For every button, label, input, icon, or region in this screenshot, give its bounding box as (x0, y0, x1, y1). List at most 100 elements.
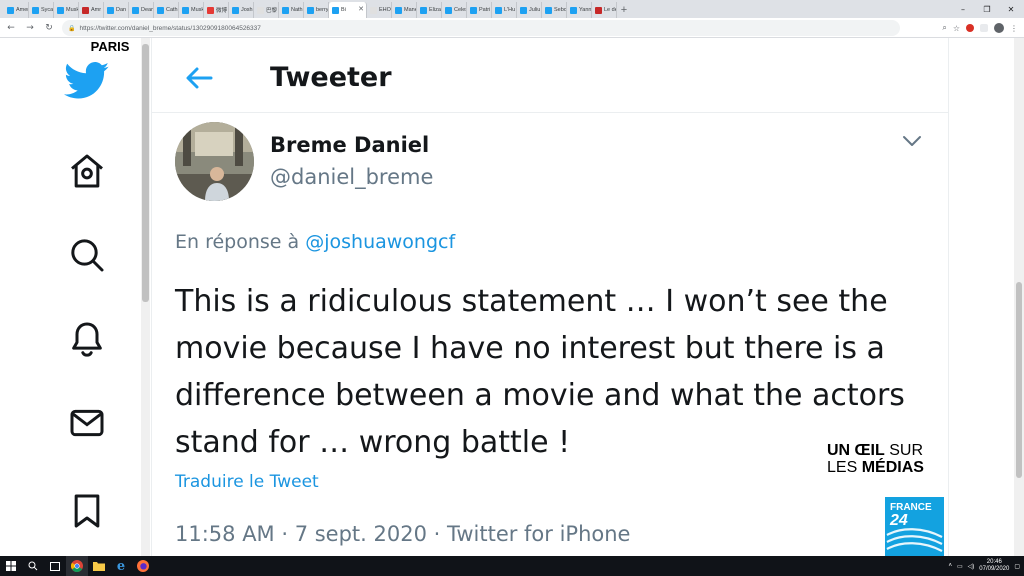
chrome-icon[interactable] (66, 556, 88, 576)
browser-tab[interactable]: Celes (442, 2, 467, 18)
browser-tab[interactable]: Dan (104, 2, 129, 18)
tab-label: Josh (241, 7, 253, 13)
search-icon[interactable] (22, 556, 44, 576)
browser-tab[interactable]: Amer (4, 2, 29, 18)
browser-tab[interactable]: berry (304, 2, 329, 18)
chevron-up-icon[interactable]: ˄ (948, 563, 952, 569)
browser-tab[interactable]: L'Hu (492, 2, 517, 18)
tweet-timestamp[interactable]: 11:58 AM · 7 sept. 2020 · Twitter for iP… (175, 522, 630, 546)
browser-tab[interactable]: Musk (54, 2, 79, 18)
browser-tab[interactable]: Nath (279, 2, 304, 18)
browser-tab[interactable]: Josh (229, 2, 254, 18)
bell-icon[interactable] (60, 312, 114, 366)
close-tab-icon[interactable]: ✕ (358, 5, 364, 13)
tab-favicon-icon (545, 6, 552, 14)
mail-icon[interactable] (60, 396, 114, 450)
browser-tab[interactable]: EHOr (367, 2, 392, 18)
browser-tab[interactable]: 巴黎 (254, 2, 279, 18)
tab-label: Patri (479, 7, 491, 13)
forward-arrow-icon[interactable]: → (22, 20, 38, 36)
browser-tab[interactable]: Yann (567, 2, 592, 18)
header-divider (152, 112, 948, 113)
tab-label: Yann (579, 7, 592, 13)
tab-favicon-icon (570, 6, 577, 14)
tab-favicon-icon (257, 6, 264, 14)
segment-logo-line2: LES MÉDIAS (827, 459, 944, 476)
tab-favicon-icon (495, 6, 502, 14)
tab-favicon-icon (370, 6, 377, 14)
reply-mention-link[interactable]: @joshuawongcf (305, 231, 455, 253)
author-handle[interactable]: @daniel_breme (270, 165, 433, 189)
tab-favicon-icon (32, 6, 39, 14)
browser-tab[interactable]: Sebo (542, 2, 567, 18)
browser-tab[interactable]: Cath (154, 2, 179, 18)
browser-tab[interactable]: Musk (179, 2, 204, 18)
scrollbar-thumb[interactable] (1016, 282, 1022, 478)
browser-tab[interactable]: Amr (79, 2, 104, 18)
twitter-bird-icon[interactable] (60, 54, 114, 108)
tab-label: Musk (66, 7, 79, 13)
close-window-button[interactable]: ✕ (998, 0, 1024, 18)
edge-icon[interactable]: e (110, 556, 132, 576)
maximize-button[interactable]: ❐ (974, 0, 1000, 18)
scrollbar-thumb[interactable] (142, 44, 149, 302)
tab-favicon-icon (445, 6, 452, 14)
tab-label: Dean (141, 7, 154, 13)
tab-favicon-icon (107, 6, 114, 14)
translate-tweet-link[interactable]: Traduire le Tweet (175, 472, 319, 492)
bookmark-icon[interactable] (60, 484, 114, 538)
file-explorer-icon[interactable] (88, 556, 110, 576)
tab-label: 微博 (216, 8, 228, 14)
edge-icon-glyph: e (116, 558, 126, 574)
sidebar-scrollbar[interactable] (141, 38, 150, 556)
back-arrow-icon[interactable] (184, 66, 214, 94)
task-view-icon[interactable] (44, 556, 66, 576)
tab-favicon-icon (57, 6, 64, 14)
page-scrollbar[interactable] (1014, 38, 1024, 556)
author-name[interactable]: Breme Daniel (270, 133, 429, 157)
avatar[interactable] (175, 122, 254, 201)
browser-tab[interactable]: Dean (129, 2, 154, 18)
back-arrow-icon[interactable]: ← (3, 20, 19, 36)
browser-tab[interactable]: 微博 (204, 2, 229, 18)
tab-favicon-icon (595, 6, 602, 14)
chevron-down-icon[interactable] (902, 132, 922, 151)
firefox-icon[interactable] (132, 556, 154, 576)
windows-start-icon[interactable] (0, 556, 22, 576)
minimize-button[interactable]: – (950, 0, 976, 18)
profile-avatar-icon[interactable] (994, 23, 1004, 33)
reload-icon[interactable]: ↻ (41, 20, 57, 36)
segment-logo-bold: UN ŒIL (827, 442, 885, 459)
tab-label: Le de (604, 7, 617, 13)
extension-icon[interactable] (980, 24, 988, 32)
address-bar[interactable]: 🔒 https://twitter.com/daniel_breme/statu… (62, 20, 900, 36)
tab-favicon-icon (182, 6, 189, 14)
tab-favicon-icon (470, 6, 477, 14)
new-tab-button[interactable]: + (617, 2, 631, 18)
browser-tab[interactable]: Juliu (517, 2, 542, 18)
volume-icon[interactable]: ◁) (968, 563, 975, 570)
network-icon[interactable]: ▭ (957, 563, 963, 570)
browser-tab[interactable]: Sycar (29, 2, 54, 18)
column-divider (948, 38, 949, 556)
extension-icon[interactable] (966, 24, 974, 32)
bookmark-star-icon[interactable]: ☆ (953, 24, 960, 33)
search-icon[interactable] (60, 228, 114, 282)
browser-tab[interactable]: Bi ✕ (329, 2, 367, 18)
segment-logo-line1: UN ŒIL SUR (827, 442, 944, 459)
browser-extension-icons: ⌕ ☆ ⋮ (942, 20, 1018, 36)
taskbar-clock[interactable]: 20:46 07/09/2020 (979, 559, 1009, 573)
tab-favicon-icon (82, 6, 89, 14)
notification-icon[interactable]: ▢ (1014, 563, 1020, 570)
zoom-icon[interactable]: ⌕ (942, 23, 946, 33)
tab-label: Sebo (554, 7, 567, 13)
browser-tab[interactable]: Patri (467, 2, 492, 18)
channel-logo-waves (886, 528, 943, 552)
browser-tab[interactable]: Eliza (417, 2, 442, 18)
browser-tab[interactable]: Mane (392, 2, 417, 18)
home-icon[interactable] (60, 144, 114, 198)
channel-logo: FRANCE 24 (885, 497, 944, 556)
tab-favicon-icon (332, 6, 339, 14)
browser-menu-icon[interactable]: ⋮ (1010, 24, 1018, 33)
browser-tab[interactable]: Le de (592, 2, 617, 18)
